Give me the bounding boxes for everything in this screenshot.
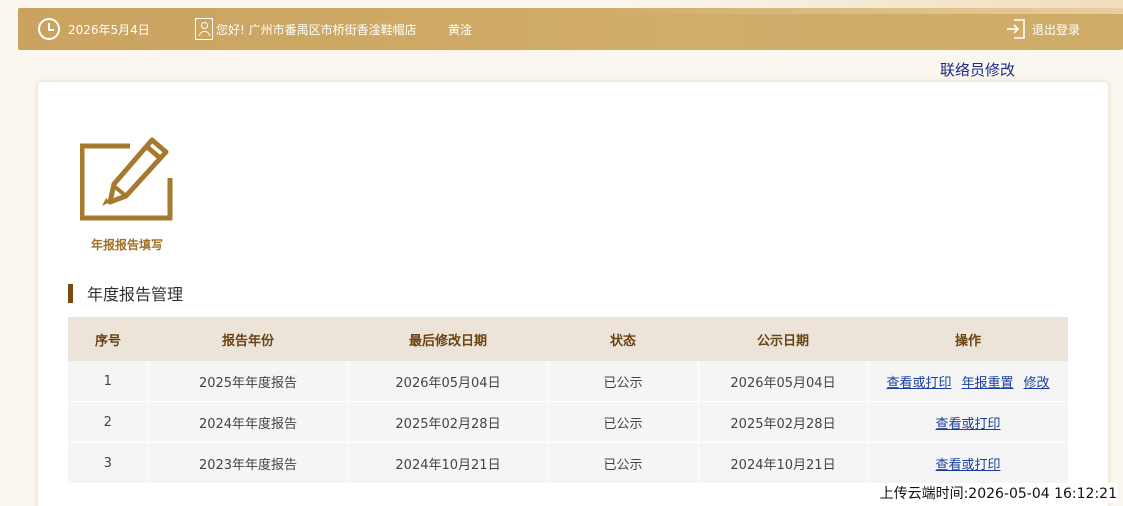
cell-year: 2025年年度报告	[148, 361, 349, 402]
cell-published: 2026年05月04日	[698, 361, 869, 402]
header-modified: 最后修改日期	[348, 317, 548, 361]
annual-report-fill-tile[interactable]: 年报报告填写	[80, 134, 176, 256]
cell-year: 2023年年度报告	[148, 442, 349, 484]
date-text: 2026年5月4日	[68, 22, 150, 37]
view-print-link[interactable]: 查看或打印	[935, 417, 1000, 432]
section-title: 年度报告管理	[68, 283, 184, 304]
cell-actions: 查看或打印 年报重置 修改	[868, 361, 1069, 402]
cell-status: 已公示	[548, 401, 699, 443]
logout-button[interactable]: 退出登录	[1006, 8, 1080, 50]
top-bar: 2026年5月4日 您好! 广州市番禺区市桥街香淦鞋帽店 黄淦 退出登录	[18, 0, 1123, 50]
edit-link[interactable]: 修改	[1024, 376, 1050, 391]
clock-icon	[38, 18, 60, 40]
cell-actions: 查看或打印	[868, 401, 1069, 443]
edit-document-icon	[80, 137, 173, 221]
cell-year: 2024年年度报告	[148, 401, 349, 443]
table-row: 3 2023年年度报告 2024年10月21日 已公示 2024年10月21日 …	[68, 442, 1069, 484]
section-title-text: 年度报告管理	[87, 285, 184, 304]
cell-status: 已公示	[548, 442, 699, 484]
annual-report-table: 序号 报告年份 最后修改日期 状态 公示日期 操作 1 2025年年度报告 20…	[68, 317, 1069, 484]
section-title-bar	[68, 283, 73, 303]
username-display: 黄淦	[448, 8, 472, 50]
header-year: 报告年份	[148, 317, 348, 361]
cell-modified: 2025年02月28日	[348, 401, 549, 443]
cell-published: 2025年02月28日	[698, 401, 869, 443]
username-text: 黄淦	[448, 22, 473, 37]
logout-icon	[1007, 19, 1025, 39]
cell-status: 已公示	[548, 361, 699, 402]
contact-edit-link[interactable]: 联络员修改	[940, 59, 1015, 80]
cell-published: 2024年10月21日	[698, 442, 869, 484]
table-header-row: 序号 报告年份 最后修改日期 状态 公示日期 操作	[68, 317, 1068, 361]
upload-time: 上传云端时间:2026-05-04 16:12:21	[877, 483, 1117, 503]
cell-modified: 2024年10月21日	[348, 442, 549, 484]
date-display: 2026年5月4日	[38, 8, 150, 50]
report-reset-link[interactable]: 年报重置	[961, 376, 1013, 391]
cell-modified: 2026年05月04日	[348, 361, 549, 402]
header-published: 公示日期	[698, 317, 868, 361]
cell-index: 2	[68, 401, 149, 443]
header-actions: 操作	[868, 317, 1068, 361]
header-status: 状态	[548, 317, 698, 361]
header-index: 序号	[68, 317, 148, 361]
table-row: 2 2024年年度报告 2025年02月28日 已公示 2025年02月28日 …	[68, 401, 1069, 443]
view-print-link[interactable]: 查看或打印	[886, 376, 951, 391]
view-print-link[interactable]: 查看或打印	[935, 458, 1000, 473]
cell-actions: 查看或打印	[868, 442, 1069, 484]
greeting-display: 您好! 广州市番禺区市桥街香淦鞋帽店	[195, 8, 417, 50]
table-row: 1 2025年年度报告 2026年05月04日 已公示 2026年05月04日 …	[68, 361, 1069, 402]
user-icon	[195, 18, 213, 40]
cell-index: 1	[68, 361, 149, 402]
greeting-text: 您好! 广州市番禺区市桥街香淦鞋帽店	[216, 22, 417, 37]
tile-label: 年报报告填写	[90, 238, 163, 252]
logout-label: 退出登录	[1032, 22, 1081, 37]
cell-index: 3	[68, 442, 149, 484]
